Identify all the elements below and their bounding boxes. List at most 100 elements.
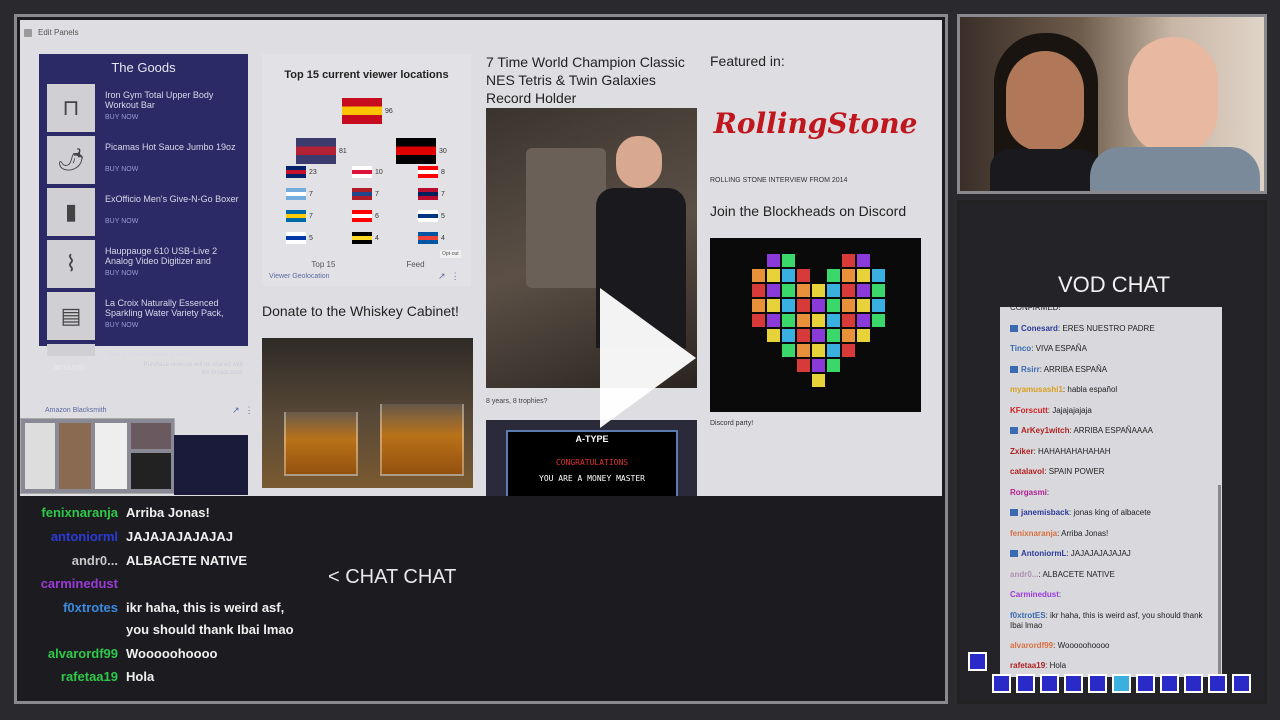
geo-footer-link[interactable]: Viewer Geolocation: [269, 273, 330, 280]
product-name[interactable]: La Croix Naturally Essenced Sparkling Wa…: [105, 298, 240, 318]
vod-username[interactable]: catalavol: [1010, 467, 1044, 476]
heart-block: [872, 314, 885, 327]
goods-item[interactable]: ▬ Tetris Stackable Light: [47, 344, 242, 356]
geo-tabs: Top 15 Feed: [276, 260, 460, 269]
flag-nl: 7: [352, 188, 379, 200]
chat-username[interactable]: rafetaa19: [20, 669, 118, 684]
vod-chat-panel[interactable]: CONFIRMED! Conesard: ERES NUESTRO PADRE Ti…: [1000, 307, 1222, 677]
tetris-block: [1160, 674, 1179, 693]
tetris-block: [1088, 674, 1107, 693]
goods-note: Purchase revenue will be shared with the…: [143, 362, 243, 376]
vod-username[interactable]: Carminedust: [1010, 590, 1059, 599]
vod-message: : JAJAJAJAJAJAJ: [1066, 549, 1131, 558]
optout-button[interactable]: Opt-out: [440, 250, 461, 258]
vod-username[interactable]: janemisback: [1021, 508, 1069, 517]
goods-item[interactable]: ⌇ Hauppauge 610 USB-Live 2 Analog Video …: [47, 240, 242, 288]
product-thumbnail[interactable]: ▬: [47, 344, 95, 356]
vod-username[interactable]: f0xtrotES: [1010, 611, 1046, 620]
vod-username[interactable]: AntoniormL: [1021, 549, 1066, 558]
vod-username[interactable]: fenixnaranja: [1010, 529, 1057, 538]
vod-username[interactable]: Conesard: [1021, 324, 1058, 333]
goods-item[interactable]: ▤ La Croix Naturally Essenced Sparkling …: [47, 292, 242, 340]
goods-item[interactable]: ▮ ExOfficio Men's Give-N-Go Boxer BUY NO…: [47, 188, 242, 236]
chat-username[interactable]: andr0...: [20, 553, 118, 568]
vod-username[interactable]: myamusashi1: [1010, 385, 1063, 394]
flag-icon: [286, 232, 306, 244]
product-thumbnail[interactable]: 🌶: [47, 136, 95, 184]
vod-username[interactable]: alvarordf99: [1010, 641, 1053, 650]
vod-chat-line: AntoniormL: JAJAJAJAJAJAJ: [1010, 549, 1215, 559]
product-name[interactable]: Hauppauge 610 USB-Live 2 Analog Video Di…: [105, 246, 240, 266]
buy-now-link[interactable]: BUY NOW: [105, 270, 138, 277]
more-icon[interactable]: ⋮: [245, 405, 254, 415]
flag-count: 23: [309, 168, 317, 176]
chat-text: JAJAJAJAJAJAJ: [126, 529, 233, 544]
heart-block: [842, 269, 855, 282]
play-icon[interactable]: [600, 288, 696, 428]
tab-feed[interactable]: Feed: [406, 260, 424, 269]
product-name[interactable]: Iron Gym Total Upper Body Workout Bar: [105, 90, 240, 110]
tetris-block: [1016, 674, 1035, 693]
buy-now-link[interactable]: BUY NOW: [105, 218, 138, 225]
buy-now-link[interactable]: BUY NOW: [105, 114, 138, 121]
discord-title: Join the Blockheads on Discord: [710, 203, 907, 219]
tetris-heart-icon: [752, 254, 885, 387]
tab-top-15[interactable]: Top 15: [311, 260, 335, 269]
whiskey-image[interactable]: [262, 338, 473, 488]
heart-block: [827, 314, 840, 327]
vod-username[interactable]: rafetaa19: [1010, 661, 1045, 670]
product-name[interactable]: Picamas Hot Sauce Jumbo 19oz: [105, 142, 240, 152]
chat-username[interactable]: f0xtrotes: [20, 600, 118, 615]
more-icon[interactable]: ⋮: [451, 271, 460, 281]
vod-username[interactable]: Tinco: [1010, 344, 1031, 353]
tetris-heart-image[interactable]: [710, 238, 921, 412]
goods-item[interactable]: ⊓ Iron Gym Total Upper Body Workout Bar …: [47, 84, 242, 132]
chat-username[interactable]: fenixnaranja: [20, 505, 118, 520]
chat-username[interactable]: alvarordf99: [20, 646, 118, 661]
vod-chat-scrollbar[interactable]: [1218, 485, 1221, 675]
atype-image[interactable]: A-TYPE CONGRATULATIONS YOU ARE A MONEY M…: [486, 420, 697, 496]
goods-footer-link[interactable]: Amazon Blacksmith: [45, 407, 106, 414]
vod-username[interactable]: Zxiker: [1010, 447, 1034, 456]
heart-block: [857, 284, 870, 297]
product-thumbnail[interactable]: ▤: [47, 292, 95, 340]
heart-block: [767, 299, 780, 312]
chat-username[interactable]: antoniorml: [20, 529, 118, 544]
external-link-icon[interactable]: ↗: [232, 405, 240, 415]
vod-message: : SPAIN POWER: [1044, 467, 1105, 476]
heart-block: [842, 329, 855, 342]
heart-block: [752, 284, 765, 297]
product-thumbnail[interactable]: ▮: [47, 188, 95, 236]
discord-caption: Discord party!: [710, 420, 754, 427]
vod-chat-title: VOD CHAT: [1058, 272, 1171, 297]
vod-username[interactable]: ArKey1witch: [1021, 426, 1069, 435]
tetris-block: [968, 652, 987, 671]
tetris-block: [992, 674, 1011, 693]
person-shirt: [1090, 147, 1260, 191]
tetris-block: [1040, 674, 1059, 693]
whiskey-glass: [284, 412, 358, 476]
product-name[interactable]: ExOfficio Men's Give-N-Go Boxer: [105, 194, 240, 204]
external-link-icon[interactable]: ↗: [438, 271, 446, 281]
flag-ca: 8: [418, 166, 445, 178]
goods-item[interactable]: 🌶 Picamas Hot Sauce Jumbo 19oz BUY NOW: [47, 136, 242, 184]
heart-block: [857, 329, 870, 342]
flag-count: 4: [441, 234, 445, 242]
product-name[interactable]: Tetris Stackable Light: [105, 350, 240, 356]
heart-block: [812, 329, 825, 342]
vod-username[interactable]: Rsirr: [1021, 365, 1040, 374]
buy-now-link[interactable]: BUY NOW: [105, 166, 138, 173]
vod-chat-line: KForscutt: Jajajajajaja: [1010, 406, 1215, 416]
vod-username[interactable]: andr0...: [1010, 570, 1038, 579]
tetris-block: [1184, 674, 1203, 693]
chat-username[interactable]: carminedust: [20, 576, 118, 591]
flag-gb: 23: [286, 166, 317, 178]
vod-username[interactable]: KForscutt: [1010, 406, 1048, 415]
buy-now-link[interactable]: BUY NOW: [105, 322, 138, 329]
rolling-stone-logo[interactable]: RollingStone: [710, 76, 921, 170]
edit-panels-button[interactable]: Edit Panels: [23, 28, 78, 37]
vod-username[interactable]: Rorgasmi: [1010, 488, 1047, 497]
product-thumbnail[interactable]: ⌇: [47, 240, 95, 288]
product-thumbnail[interactable]: ⊓: [47, 84, 95, 132]
chat-text: Hola: [126, 669, 155, 684]
